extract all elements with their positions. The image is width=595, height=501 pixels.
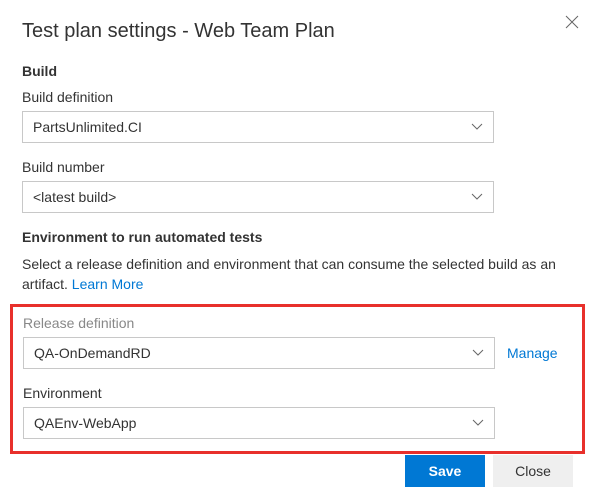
build-number-label: Build number xyxy=(22,159,573,175)
close-button[interactable]: Close xyxy=(493,455,573,487)
learn-more-link[interactable]: Learn More xyxy=(72,276,144,292)
manage-link[interactable]: Manage xyxy=(507,345,558,361)
environment-section-header: Environment to run automated tests xyxy=(22,229,573,245)
chevron-down-icon xyxy=(472,419,484,427)
settings-dialog: Test plan settings - Web Team Plan Build… xyxy=(0,0,595,501)
build-number-dropdown[interactable]: <latest build> xyxy=(22,181,494,213)
save-button[interactable]: Save xyxy=(405,455,485,487)
close-icon[interactable] xyxy=(565,14,579,34)
build-number-value: <latest build> xyxy=(33,189,116,205)
release-definition-value: QA-OnDemandRD xyxy=(34,345,151,361)
release-definition-dropdown[interactable]: QA-OnDemandRD xyxy=(23,337,495,369)
dialog-title: Test plan settings - Web Team Plan xyxy=(22,20,573,43)
chevron-down-icon xyxy=(472,349,484,357)
release-definition-label: Release definition xyxy=(23,315,572,331)
build-definition-dropdown[interactable]: PartsUnlimited.CI xyxy=(22,111,494,143)
dialog-actions: Save Close xyxy=(405,455,573,487)
environment-value: QAEnv-WebApp xyxy=(34,415,136,431)
environment-description: Select a release definition and environm… xyxy=(22,255,573,294)
chevron-down-icon xyxy=(471,193,483,201)
environment-dropdown[interactable]: QAEnv-WebApp xyxy=(23,407,495,439)
chevron-down-icon xyxy=(471,123,483,131)
build-definition-value: PartsUnlimited.CI xyxy=(33,119,142,135)
environment-label: Environment xyxy=(23,385,572,401)
highlighted-area: Release definition QA-OnDemandRD Manage … xyxy=(10,304,585,454)
build-section-header: Build xyxy=(22,63,573,79)
build-definition-label: Build definition xyxy=(22,89,573,105)
